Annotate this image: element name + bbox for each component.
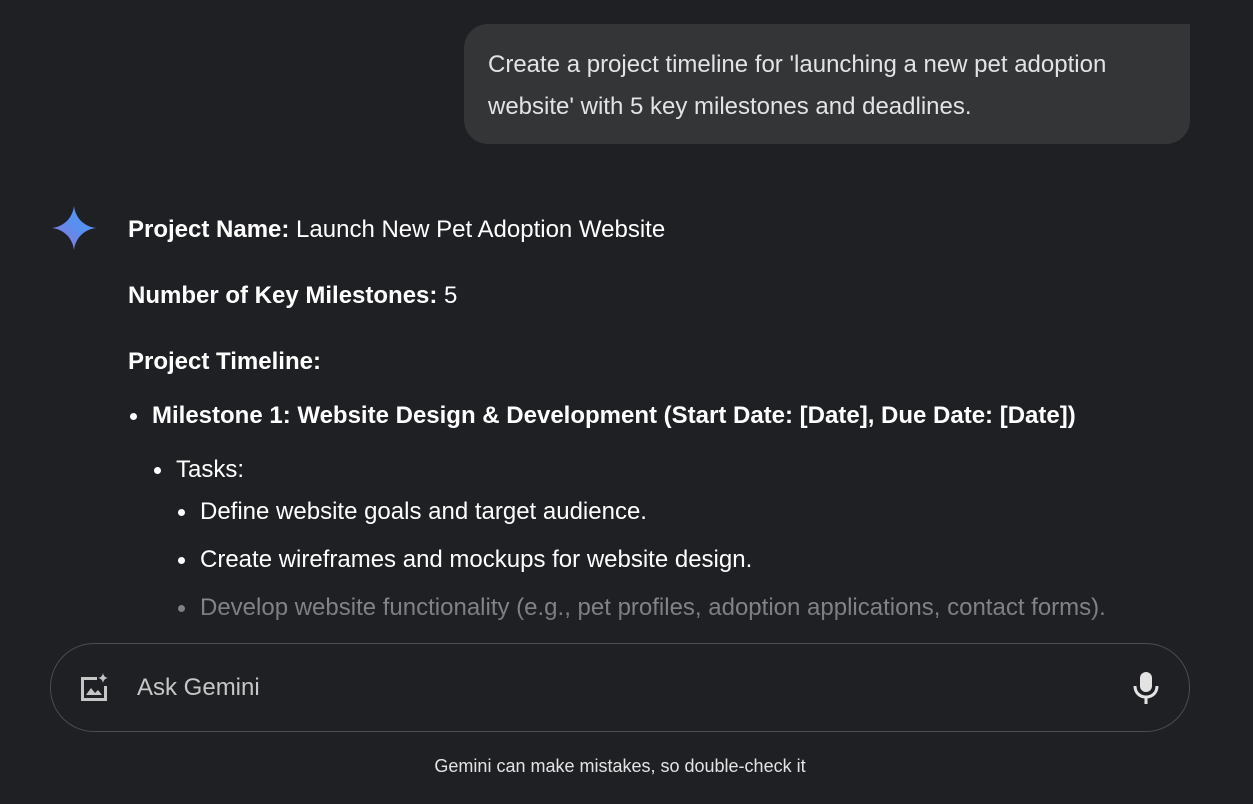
user-message-bubble: Create a project timeline for 'launching… bbox=[464, 24, 1190, 144]
bullet bbox=[130, 413, 137, 420]
project-name-line: Project Name: Launch New Pet Adoption We… bbox=[128, 210, 1188, 250]
milestones-count-value: 5 bbox=[437, 282, 458, 309]
task-item: Define website goals and target audience… bbox=[200, 498, 647, 525]
chat-window: Create a project timeline for 'launching… bbox=[0, 0, 1253, 804]
milestones-count-label: Number of Key Milestones: bbox=[128, 282, 438, 309]
disclaimer-text: Gemini can make mistakes, so double-chec… bbox=[434, 756, 806, 776]
milestone-1-text: Milestone 1: Website Design & Developmen… bbox=[152, 402, 1076, 429]
project-name-label: Project Name: bbox=[128, 216, 290, 243]
bullet bbox=[178, 557, 185, 564]
assistant-response: Project Name: Launch New Pet Adoption We… bbox=[128, 210, 1188, 621]
tasks-label: Tasks: bbox=[176, 456, 245, 483]
timeline-heading-text: Project Timeline: bbox=[128, 348, 321, 375]
milestones-count-line: Number of Key Milestones: 5 bbox=[128, 276, 1188, 316]
prompt-input[interactable] bbox=[137, 668, 1097, 708]
add-image-icon[interactable] bbox=[77, 671, 111, 705]
timeline-heading: Project Timeline: bbox=[128, 342, 1188, 382]
bullet bbox=[178, 605, 185, 612]
task-item: Develop website functionality (e.g., pet… bbox=[200, 594, 1106, 621]
bullet bbox=[154, 467, 161, 474]
user-message-text: Create a project timeline for 'launching… bbox=[488, 51, 1107, 120]
prompt-bar bbox=[50, 643, 1190, 732]
bullet bbox=[178, 509, 185, 516]
milestone-1: Milestone 1: Website Design & Developmen… bbox=[152, 396, 1076, 436]
gemini-sparkle-icon bbox=[52, 206, 96, 250]
microphone-icon[interactable] bbox=[1131, 670, 1161, 706]
task-item: Create wireframes and mockups for websit… bbox=[200, 546, 753, 573]
project-name-value: Launch New Pet Adoption Website bbox=[289, 216, 666, 243]
